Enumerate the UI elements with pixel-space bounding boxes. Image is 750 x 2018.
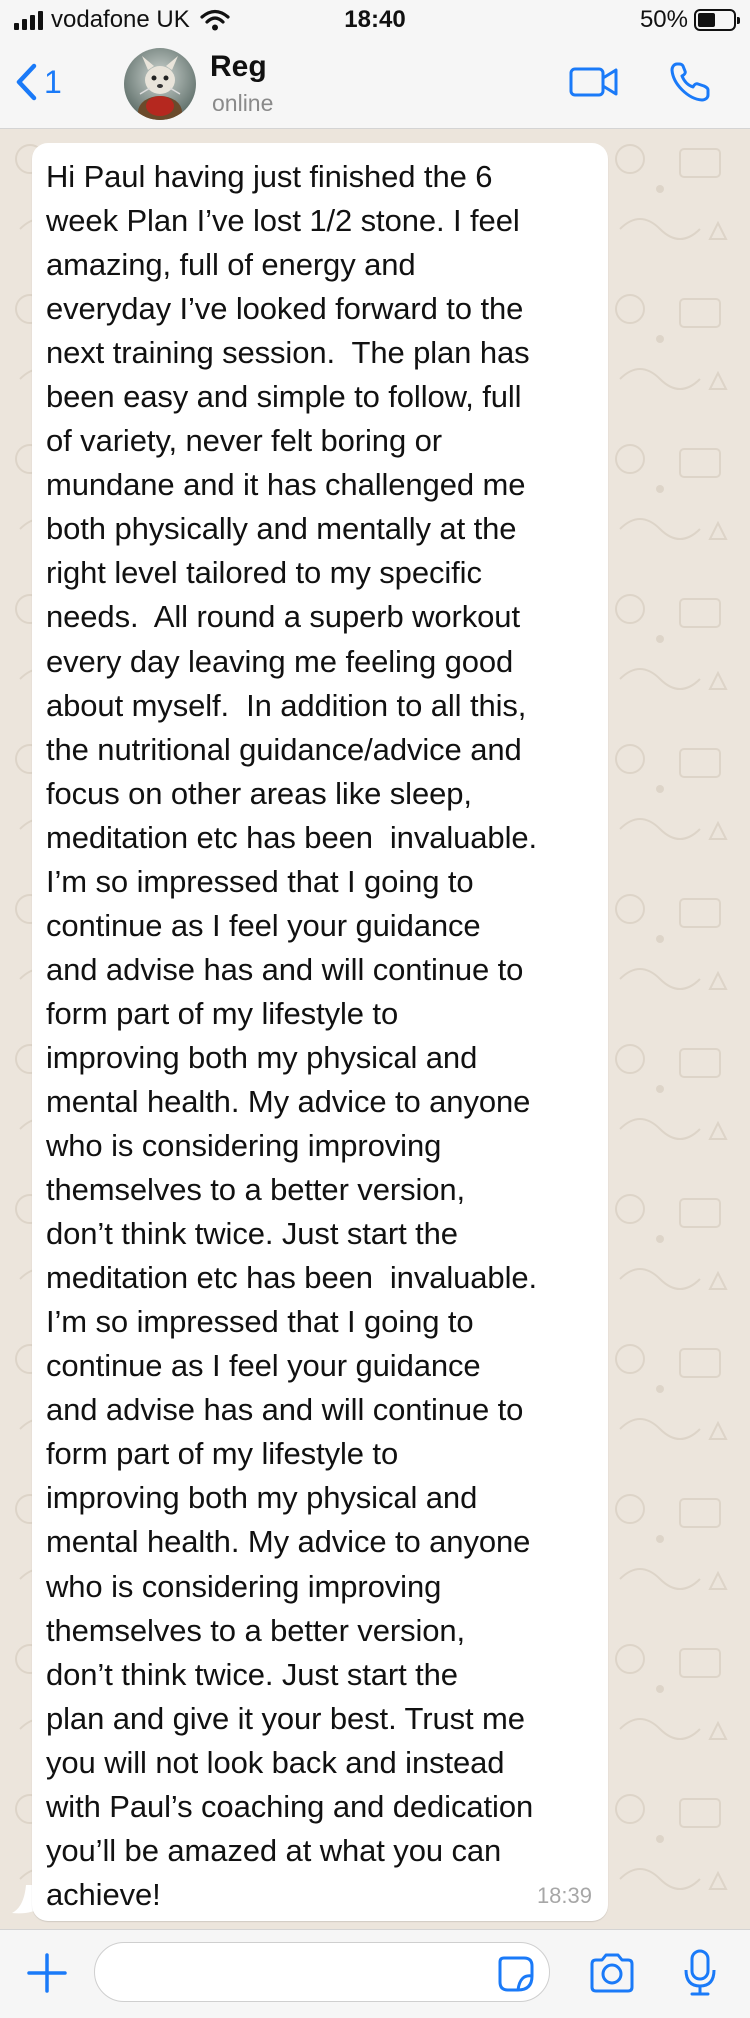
message-line: next training session. The plan has	[46, 335, 530, 371]
battery-icon	[694, 9, 740, 31]
message-line: continue as I feel your guidance	[46, 907, 481, 943]
message-line: I’m so impressed that I going to	[46, 1304, 474, 1340]
message-line: and advise has and will continue to	[46, 1392, 524, 1428]
status-right: 50%	[639, 6, 740, 34]
input-bar	[0, 1929, 750, 2018]
plus-icon[interactable]	[26, 1952, 68, 1994]
message-line: continue as I feel your guidance	[46, 1348, 481, 1384]
message-line: Hi Paul having just finished the 6	[46, 159, 493, 194]
message-line: don’t think twice. Just start the	[46, 1656, 458, 1692]
message-line: mundane and it has challenged me	[46, 467, 526, 503]
battery-percent: 50%	[639, 6, 688, 33]
message-line: mental health. My advice to anyone	[46, 1083, 531, 1119]
contact-name[interactable]: Reg	[210, 50, 267, 84]
battery-level	[698, 13, 715, 27]
message-line: week Plan I’ve lost 1/2 stone. I feel	[46, 203, 520, 239]
message-line: been easy and simple to follow, full	[46, 379, 522, 415]
status-bar: vodafone UK 18:40 50%	[0, 0, 750, 40]
message-line: form part of my lifestyle to	[46, 1436, 399, 1472]
chat-header: 1 Reg online	[0, 40, 750, 129]
avatar[interactable]	[124, 48, 196, 120]
message-line: right level tailored to my specific	[46, 555, 482, 591]
message-time: 18:39	[536, 1883, 592, 1908]
message-line: of variety, never felt boring or	[46, 423, 442, 459]
chat-area[interactable]: Hi Paul having just finished the 6 week P…	[0, 129, 750, 1929]
message-line: who is considering improving	[46, 1128, 442, 1164]
message-line: themselves to a better version,	[46, 1612, 466, 1648]
message-line: form part of my lifestyle to	[46, 995, 399, 1031]
message-line: about myself. In addition to all this,	[46, 687, 527, 723]
message-text: Hi Paul having just finished the 6 week P…	[46, 155, 606, 1917]
message-line: needs. All round a superb workout	[46, 599, 520, 635]
message-line: who is considering improving	[46, 1568, 442, 1604]
unread-count: 1	[44, 63, 62, 100]
message-line: don’t think twice. Just start the	[46, 1216, 458, 1252]
chevron-left-icon	[16, 63, 37, 101]
clock: 18:40	[344, 6, 406, 33]
message-line: you will not look back and instead	[46, 1744, 505, 1780]
message-line: meditation etc has been invaluable.	[46, 819, 538, 855]
message-line: plan and give it your best. Trust me	[46, 1700, 525, 1736]
avatar-image	[124, 48, 196, 120]
message-line: the nutritional guidance/advice and	[46, 731, 522, 767]
back-button[interactable]: 1	[14, 62, 62, 102]
message-line: you’ll be amazed at what you can	[46, 1832, 502, 1868]
camera-icon[interactable]	[588, 1952, 636, 1994]
message-line: I’m so impressed that I going to	[46, 863, 474, 899]
phone-icon[interactable]	[668, 60, 712, 104]
contact-status: online	[212, 90, 274, 116]
message-line: achieve!	[46, 1876, 161, 1912]
microphone-icon[interactable]	[682, 1948, 718, 1998]
message-line: themselves to a better version,	[46, 1172, 466, 1208]
message-line: both physically and mentally at the	[46, 511, 517, 547]
sticker-icon[interactable]	[496, 1954, 536, 1994]
video-camera-icon[interactable]	[568, 64, 620, 100]
message-input[interactable]	[94, 1942, 550, 2002]
message-line: amazing, full of energy and	[46, 247, 416, 283]
message-line: meditation etc has been invaluable.	[46, 1260, 538, 1296]
message-line: mental health. My advice to anyone	[46, 1524, 531, 1560]
message-line: everyday I’ve looked forward to the	[46, 291, 524, 327]
message-line: with Paul’s coaching and dedication	[46, 1788, 534, 1824]
message-line: focus on other areas like sleep,	[46, 775, 472, 811]
message-line: every day leaving me feeling good	[46, 643, 514, 679]
message-line: and advise has and will continue to	[46, 951, 524, 987]
message-bubble[interactable]: Hi Paul having just finished the 6 week P…	[32, 143, 608, 1921]
message-line: improving both my physical and	[46, 1480, 478, 1516]
message-line: improving both my physical and	[46, 1039, 478, 1075]
